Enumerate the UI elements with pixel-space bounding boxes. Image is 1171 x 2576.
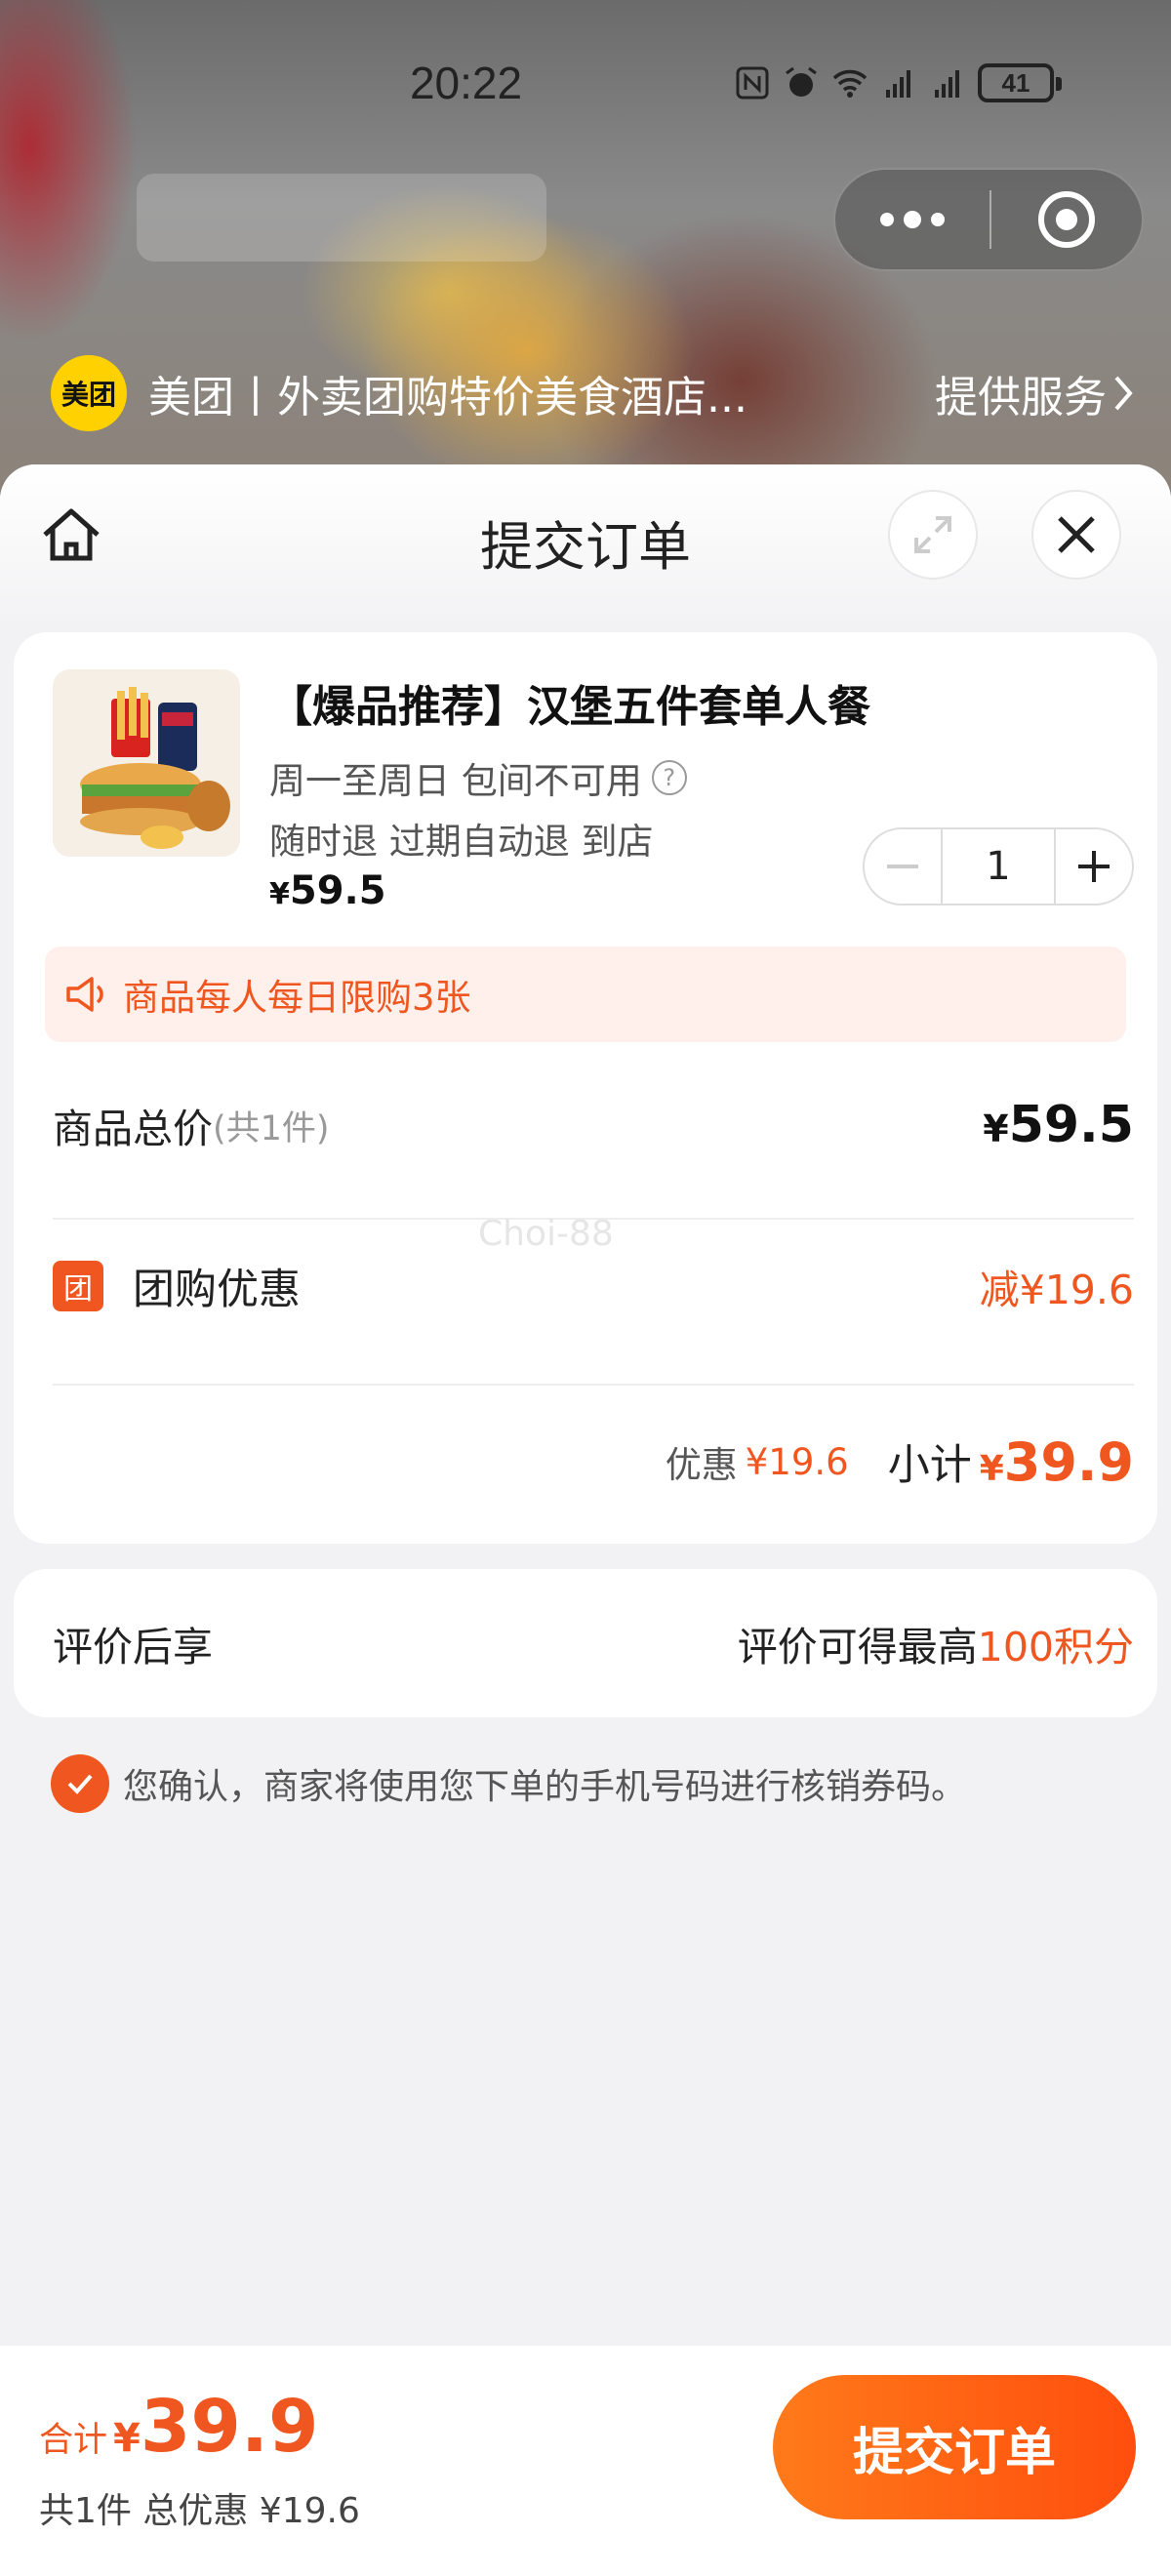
quantity-stepper: 1: [863, 827, 1134, 906]
review-points: 100积分: [977, 1624, 1134, 1670]
signal-5g-icon: [935, 70, 959, 98]
subtotal-value: ¥39.9: [980, 1431, 1134, 1493]
close-icon: [1058, 516, 1095, 553]
group-discount-value: 减¥19.6: [979, 1267, 1134, 1313]
provider-link[interactable]: 提供服务: [935, 362, 1134, 424]
price-value: 59.5: [289, 868, 386, 913]
total-label: 合计: [39, 2421, 108, 2460]
meituan-logo: 美团: [51, 355, 127, 431]
group-buy-badge: 团: [53, 1261, 103, 1311]
refund-policy: 随时退 过期自动退 到店: [269, 821, 654, 863]
subtotal-number: 39.9: [1003, 1430, 1134, 1493]
target-icon: [1038, 191, 1095, 248]
dot-icon: [931, 213, 945, 226]
purchase-limit-notice: 商品每人每日限购3张: [45, 946, 1126, 1042]
decrease-button[interactable]: [865, 829, 941, 904]
mini-program-title: 美团丨外卖团购特价美食酒店...: [148, 373, 747, 423]
signal-4g-icon: [886, 70, 910, 98]
expand-icon: [914, 516, 951, 553]
review-row: 评价后享 评价可得最高 100积分: [53, 1569, 1134, 1717]
goods-total-number: 59.5: [1008, 1096, 1134, 1154]
provider-link-label: 提供服务: [935, 373, 1107, 423]
goods-total-value: ¥59.5: [983, 1096, 1134, 1154]
more-button[interactable]: [835, 170, 989, 269]
battery-indicator: 41: [978, 63, 1062, 102]
status-bar: 20:22 41: [0, 0, 1171, 166]
exit-mini-program-button[interactable]: [991, 191, 1142, 248]
currency-symbol: ¥: [983, 1107, 1009, 1150]
discount-label: 优惠: [665, 1444, 738, 1486]
close-button[interactable]: [1031, 490, 1121, 580]
minus-icon: [887, 865, 918, 868]
goods-total-row: 商品总价 (共1件) ¥59.5: [53, 1081, 1134, 1169]
increase-button[interactable]: [1056, 829, 1132, 904]
group-discount-row: 团 团购优惠 减¥19.6: [53, 1228, 1134, 1345]
status-icons: 41: [734, 59, 1062, 107]
limit-text: 商品每人每日限购3张: [123, 977, 471, 1019]
subtotal-row: 优惠 ¥19.6 小计 ¥39.9: [53, 1413, 1134, 1510]
confirm-checkbox[interactable]: [51, 1754, 109, 1813]
product-name: 【爆品推荐】汉堡五件套单人餐: [269, 682, 870, 732]
subtotal-label: 小计: [887, 1441, 972, 1490]
speaker-icon: [66, 977, 103, 1012]
currency-symbol: ¥: [979, 1448, 1004, 1489]
burger-meal-picture: [53, 669, 240, 857]
dot-icon: [880, 213, 894, 226]
check-icon: [67, 1774, 93, 1794]
goods-total-label: 商品总价: [53, 1106, 213, 1152]
order-sheet: 提交订单 【爆品推荐】汉堡五件套单人餐 周一至周日 包间不可用 ? 随时退 过期…: [0, 464, 1171, 2576]
page-title: 提交订单: [480, 516, 691, 578]
product-price: ¥59.5: [269, 868, 386, 913]
review-text: 评价可得最高: [737, 1624, 978, 1670]
service-provider-row[interactable]: 美团 美团丨外卖团购特价美食酒店... 提供服务: [51, 351, 1134, 435]
nfc-icon: [736, 66, 769, 100]
wifi-icon: [832, 69, 868, 98]
review-reward-card: 评价后享 评价可得最高 100积分: [14, 1569, 1157, 1717]
confirm-text: 您确认，商家将使用您下单的手机号码进行核销券码。: [123, 1767, 967, 1807]
alarm-icon: [786, 66, 817, 97]
checkout-bar: 合计 ¥ 39.9 共1件 总优惠 ¥19.6 提交订单: [0, 2346, 1171, 2576]
product-availability: 周一至周日 包间不可用 ?: [269, 751, 687, 804]
dot-icon: [904, 211, 921, 228]
total-value: 39.9: [140, 2385, 319, 2469]
order-total: 合计 ¥ 39.9: [39, 2385, 318, 2469]
mini-program-capsule: [833, 168, 1144, 271]
review-label: 评价后享: [53, 1624, 213, 1670]
phone-confirm-row: 您确认，商家将使用您下单的手机号码进行核销券码。: [51, 1754, 966, 1813]
help-icon[interactable]: ?: [651, 760, 687, 795]
order-card: 【爆品推荐】汉堡五件套单人餐 周一至周日 包间不可用 ? 随时退 过期自动退 到…: [14, 632, 1157, 1544]
plus-icon: [1078, 851, 1110, 882]
divider: [53, 1384, 1134, 1386]
currency-symbol: ¥: [269, 877, 290, 911]
submit-order-button[interactable]: 提交订单: [773, 2375, 1136, 2519]
sheet-header: 提交订单: [0, 464, 1171, 630]
availability-text: 周一至周日 包间不可用: [269, 760, 642, 802]
blurred-banner: [137, 174, 546, 262]
quantity-value[interactable]: 1: [941, 829, 1056, 904]
goods-count: (共1件): [213, 1108, 330, 1148]
expand-button[interactable]: [888, 490, 978, 580]
chevron-right-icon: [1114, 376, 1133, 411]
group-discount-label: 团购优惠: [133, 1266, 301, 1314]
discount-value: ¥19.6: [745, 1440, 849, 1483]
total-discount-summary: 共1件 总优惠 ¥19.6: [39, 2491, 360, 2531]
product-image[interactable]: [53, 669, 240, 857]
currency-symbol: ¥: [113, 2416, 141, 2461]
